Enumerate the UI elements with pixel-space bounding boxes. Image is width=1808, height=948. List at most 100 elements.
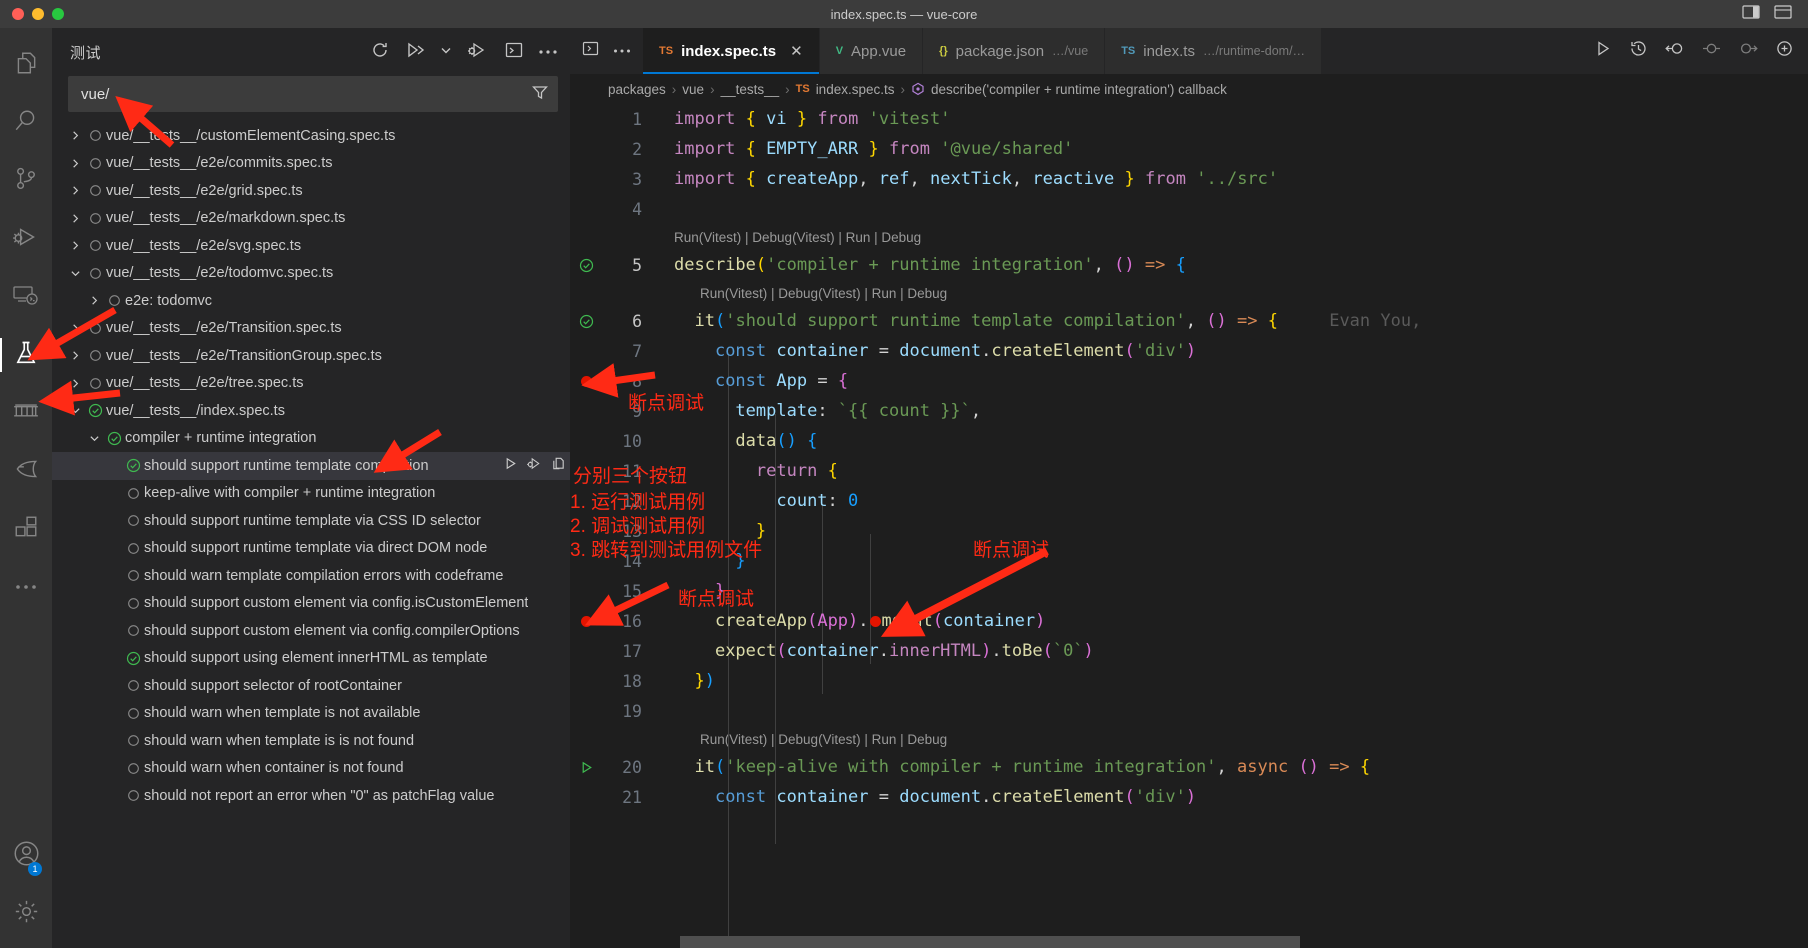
test-tree-item[interactable]: should support runtime template via dire…: [52, 535, 570, 563]
chevron-right-icon[interactable]: [66, 130, 84, 141]
activitybar-item-remote-explorer[interactable]: [0, 268, 52, 326]
refresh-icon[interactable]: [370, 40, 390, 65]
code-line[interactable]: 12 count: 0: [570, 486, 1808, 516]
gutter-test-passed-icon[interactable]: [570, 314, 602, 329]
code-line[interactable]: 2 import { EMPTY_ARR } from '@vue/shared': [570, 134, 1808, 164]
code-line-text[interactable]: expect(container.innerHTML).toBe(`0`): [664, 641, 1808, 661]
close-icon[interactable]: ✕: [790, 42, 803, 60]
code-line-text[interactable]: data() {: [664, 431, 1808, 451]
code-line-text[interactable]: describe('compiler + runtime integration…: [664, 255, 1808, 275]
code-line[interactable]: 20 it('keep-alive with compiler + runtim…: [570, 752, 1808, 782]
editor-tab-index-spec-ts[interactable]: TS index.spec.ts ✕: [643, 28, 820, 74]
chevron-down-icon[interactable]: [66, 405, 84, 416]
code-line-text[interactable]: it('keep-alive with compiler + runtime i…: [664, 757, 1808, 777]
code-line[interactable]: 17 expect(container.innerHTML).toBe(`0`): [570, 636, 1808, 666]
chevron-down-icon[interactable]: [440, 43, 452, 61]
test-tree-item[interactable]: vue/__tests__/customElementCasing.spec.t…: [52, 122, 570, 150]
editor-tab-App-vue[interactable]: V App.vue: [819, 28, 924, 74]
code-line[interactable]: 4: [570, 194, 1808, 224]
code-line-text[interactable]: const App = {: [664, 371, 1808, 391]
code-line[interactable]: 11 return {: [570, 456, 1808, 486]
ellipsis-icon[interactable]: [538, 43, 558, 61]
code-line-text[interactable]: import { vi } from 'vitest': [664, 109, 1808, 129]
test-tree-item[interactable]: vue/__tests__/e2e/todomvc.spec.ts: [52, 260, 570, 288]
activitybar-item-turbo-console[interactable]: [0, 442, 52, 500]
code-editor[interactable]: 1 import { vi } from 'vitest' 2 import { EM…: [570, 104, 1808, 948]
split-editor-icon[interactable]: [582, 40, 599, 62]
code-line-text[interactable]: const container = document.createElement…: [664, 341, 1808, 361]
code-line-text[interactable]: }): [664, 671, 1808, 691]
code-line-text[interactable]: }: [664, 521, 1808, 541]
horizontal-scrollbar[interactable]: [680, 936, 1300, 948]
breadcrumb-item-vue[interactable]: vue: [682, 82, 704, 97]
step-over-icon[interactable]: [1701, 39, 1722, 63]
maximize-window-button[interactable]: [52, 8, 64, 20]
code-line-text[interactable]: import { EMPTY_ARR } from '@vue/shared': [664, 139, 1808, 159]
test-tree-item[interactable]: should warn when template is not availab…: [52, 700, 570, 728]
code-line[interactable]: 5 describe('compiler + runtime integratio…: [570, 250, 1808, 280]
test-tree-item[interactable]: e2e: todomvc: [52, 287, 570, 315]
code-line[interactable]: 6 it('should support runtime template co…: [570, 306, 1808, 336]
test-filter-box[interactable]: [68, 76, 558, 112]
code-line-text[interactable]: createApp(App). mount(container): [664, 611, 1808, 631]
traffic-light-buttons[interactable]: [0, 8, 64, 20]
test-tree-item[interactable]: should support selector of rootContainer: [52, 672, 570, 700]
code-line[interactable]: 1 import { vi } from 'vitest': [570, 104, 1808, 134]
chevron-right-icon[interactable]: [66, 185, 84, 196]
chevron-right-icon[interactable]: [66, 350, 84, 361]
chevron-right-icon[interactable]: [66, 240, 84, 251]
test-tree-item[interactable]: keep-alive with compiler + runtime integ…: [52, 480, 570, 508]
activitybar-item-extensions[interactable]: [0, 500, 52, 558]
code-lens-text[interactable]: Run(Vitest) | Debug(Vitest) | Run | Debu…: [700, 732, 947, 747]
history-icon[interactable]: [1629, 39, 1648, 63]
test-tree-item[interactable]: vue/__tests__/e2e/grid.spec.ts: [52, 177, 570, 205]
code-lens[interactable]: Run(Vitest) | Debug(Vitest) | Run | Debu…: [570, 280, 1808, 306]
test-tree[interactable]: vue/__tests__/customElementCasing.spec.t…: [52, 122, 570, 948]
code-line[interactable]: 16 createApp(App). mount(container): [570, 606, 1808, 636]
activitybar-item-database[interactable]: [0, 384, 52, 442]
breakpoint-marker[interactable]: [570, 375, 602, 387]
toggle-panel-icon[interactable]: [1742, 4, 1760, 25]
code-line-text[interactable]: import { createApp, ref, nextTick, react…: [664, 169, 1808, 189]
code-line-text[interactable]: template: `{{ count }}`,: [664, 401, 1808, 421]
more-tabs-icon[interactable]: [613, 42, 631, 60]
test-tree-item[interactable]: should warn when template is is not foun…: [52, 727, 570, 755]
breakpoint-marker[interactable]: [570, 615, 602, 627]
test-tree-item[interactable]: should support runtime template compilat…: [52, 452, 570, 480]
code-line-text[interactable]: }: [664, 551, 1808, 571]
test-tree-item[interactable]: vue/__tests__/e2e/tree.spec.ts: [52, 370, 570, 398]
inline-breakpoint-marker[interactable]: [869, 616, 881, 627]
activitybar-item-source-control[interactable]: [0, 152, 52, 210]
code-line-text[interactable]: count: 0: [664, 491, 1808, 511]
code-line-text[interactable]: return {: [664, 461, 1808, 481]
test-tree-item[interactable]: should not report an error when "0" as p…: [52, 782, 570, 810]
run-test-icon[interactable]: [503, 456, 518, 475]
activitybar-item-more[interactable]: [0, 558, 52, 616]
code-line[interactable]: 3 import { createApp, ref, nextTick, reac…: [570, 164, 1808, 194]
breadcrumb-item-tests[interactable]: __tests__: [721, 82, 780, 97]
customize-layout-icon[interactable]: [1774, 4, 1792, 25]
code-line[interactable]: 7 const container = document.createEleme…: [570, 336, 1808, 366]
test-tree-item[interactable]: should support runtime template via CSS …: [52, 507, 570, 535]
code-lens[interactable]: Run(Vitest) | Debug(Vitest) | Run | Debu…: [570, 726, 1808, 752]
editor-tab-package-json[interactable]: {} package.json …/vue: [923, 28, 1106, 74]
terminal-icon[interactable]: [504, 40, 524, 65]
debug-test-icon[interactable]: [526, 456, 543, 475]
minimize-window-button[interactable]: [32, 8, 44, 20]
chevron-right-icon[interactable]: [85, 295, 103, 306]
test-tree-item[interactable]: should warn when container is not found: [52, 755, 570, 783]
chevron-right-icon[interactable]: [66, 378, 84, 389]
code-line-text[interactable]: it('should support runtime template comp…: [664, 311, 1808, 331]
run-all-icon[interactable]: [404, 40, 426, 65]
test-tree-item[interactable]: vue/__tests__/index.spec.ts: [52, 397, 570, 425]
step-into-icon[interactable]: [1738, 39, 1759, 63]
chevron-right-icon[interactable]: [66, 323, 84, 334]
activitybar-item-run-and-debug[interactable]: [0, 210, 52, 268]
activitybar-item-testing[interactable]: [0, 326, 52, 384]
test-tree-item[interactable]: should support using element innerHTML a…: [52, 645, 570, 673]
code-lens-text[interactable]: Run(Vitest) | Debug(Vitest) | Run | Debu…: [674, 230, 921, 245]
test-tree-item[interactable]: compiler + runtime integration: [52, 425, 570, 453]
chevron-down-icon[interactable]: [85, 433, 103, 444]
chevron-down-icon[interactable]: [66, 268, 84, 279]
gutter-test-passed-icon[interactable]: [570, 258, 602, 273]
